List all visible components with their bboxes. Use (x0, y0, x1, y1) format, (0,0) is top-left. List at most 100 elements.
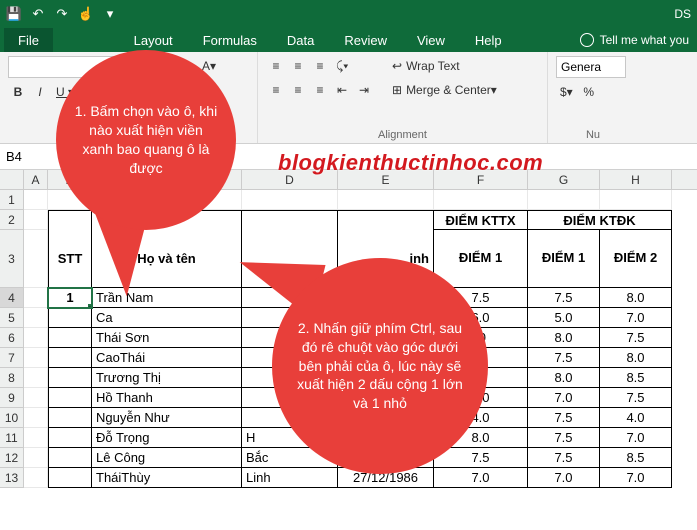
cell[interactable]: 5.0 (528, 308, 600, 328)
cell[interactable] (434, 190, 528, 210)
touch-mode-icon[interactable]: ☝ (78, 6, 94, 22)
header-d3[interactable]: ĐIỂM 2 (600, 230, 672, 288)
row-header-12[interactable]: 12 (0, 448, 23, 468)
tab-view[interactable]: View (403, 28, 459, 52)
cell[interactable]: Trương Thị (92, 368, 242, 388)
cell[interactable] (24, 190, 48, 210)
cell[interactable]: 8.0 (528, 328, 600, 348)
cell[interactable] (600, 190, 672, 210)
cell[interactable]: Thái Sơn (92, 328, 242, 348)
tab-layout[interactable]: Layout (120, 28, 187, 52)
row-header-13[interactable]: 13 (0, 468, 23, 488)
cell[interactable]: 7.5 (528, 428, 600, 448)
merge-center-button[interactable]: ⊞ Merge & Center ▾ (388, 80, 518, 100)
tab-file[interactable]: File (4, 28, 53, 52)
align-right-button[interactable]: ≡ (310, 80, 330, 100)
row-header-6[interactable]: 6 (0, 328, 23, 348)
tell-me[interactable]: Tell me what you (580, 28, 697, 52)
cell[interactable] (242, 190, 338, 210)
row-header-10[interactable]: 10 (0, 408, 23, 428)
cell[interactable]: 4.0 (600, 408, 672, 428)
cell[interactable] (24, 368, 48, 388)
header-stt[interactable]: STT (48, 230, 92, 288)
cell[interactable]: 7.5 (600, 328, 672, 348)
cell[interactable] (338, 210, 434, 230)
save-icon[interactable]: 💾 (6, 6, 22, 22)
qat-dropdown-icon[interactable]: ▾ (102, 6, 118, 22)
header-ktdk[interactable]: ĐIỂM KTĐK (528, 210, 672, 230)
wrap-text-button[interactable]: ↩ Wrap Text (388, 56, 518, 76)
row-header-1[interactable]: 1 (0, 190, 23, 210)
tab-formulas[interactable]: Formulas (189, 28, 271, 52)
cell[interactable] (48, 408, 92, 428)
row-header-8[interactable]: 8 (0, 368, 23, 388)
redo-icon[interactable]: ↷ (54, 6, 70, 22)
col-header-h[interactable]: H (600, 170, 672, 189)
cell[interactable] (24, 230, 48, 288)
cell[interactable]: Đỗ Trọng (92, 428, 242, 448)
cell[interactable]: 8.0 (600, 348, 672, 368)
decrease-indent-button[interactable]: ⇤ (332, 80, 352, 100)
tab-review[interactable]: Review (330, 28, 401, 52)
cell[interactable]: 8.5 (600, 368, 672, 388)
cell[interactable] (48, 388, 92, 408)
accounting-button[interactable]: $▾ (556, 82, 577, 102)
tab-data[interactable]: Data (273, 28, 328, 52)
align-center-button[interactable]: ≡ (288, 80, 308, 100)
cell[interactable] (24, 348, 48, 368)
align-middle-button[interactable]: ≡ (288, 56, 308, 76)
cell[interactable]: 1✚ (48, 288, 92, 308)
cell[interactable] (24, 428, 48, 448)
cell[interactable]: 7.5 (600, 388, 672, 408)
cell[interactable] (242, 210, 338, 230)
align-left-button[interactable]: ≡ (266, 80, 286, 100)
tab-help[interactable]: Help (461, 28, 516, 52)
orientation-button[interactable]: ⤹▾ (332, 56, 352, 76)
percent-button[interactable]: % (579, 82, 599, 102)
cell[interactable]: 7.0 (600, 308, 672, 328)
increase-indent-button[interactable]: ⇥ (354, 80, 374, 100)
row-header-3[interactable]: 3 (0, 230, 23, 288)
cell[interactable]: 7.5 (528, 448, 600, 468)
cell[interactable]: 7.5 (528, 348, 600, 368)
cell[interactable]: Nguyễn Như (92, 408, 242, 428)
cell[interactable] (48, 308, 92, 328)
cell[interactable]: 7.5 (528, 408, 600, 428)
cell[interactable]: 7.0 (528, 388, 600, 408)
cell[interactable]: CaoThái (92, 348, 242, 368)
cell[interactable] (528, 190, 600, 210)
cell[interactable]: Linh (242, 468, 338, 488)
row-header-2[interactable]: 2 (0, 210, 23, 230)
cell[interactable]: 7.0 (434, 468, 528, 488)
cell[interactable]: Ca (92, 308, 242, 328)
cell[interactable]: 7.5 (434, 448, 528, 468)
undo-icon[interactable]: ↶ (30, 6, 46, 22)
header-d1[interactable]: ĐIỂM 1 (434, 230, 528, 288)
number-format-box[interactable]: Genera (556, 56, 626, 78)
italic-button[interactable]: I (30, 82, 50, 102)
cell[interactable] (24, 408, 48, 428)
cell[interactable]: 8.5 (600, 448, 672, 468)
cell[interactable] (338, 190, 434, 210)
cell[interactable]: TháiThùy (92, 468, 242, 488)
cell[interactable] (24, 210, 48, 230)
cell[interactable] (24, 468, 48, 488)
cell[interactable] (24, 388, 48, 408)
cell[interactable]: 7.0 (600, 468, 672, 488)
cell[interactable] (48, 368, 92, 388)
header-d2[interactable]: ĐIỂM 1 (528, 230, 600, 288)
row-header-9[interactable]: 9 (0, 388, 23, 408)
row-header-4[interactable]: 4 (0, 288, 23, 308)
cell[interactable] (24, 448, 48, 468)
cell[interactable] (24, 328, 48, 348)
cell[interactable]: 7.0 (600, 428, 672, 448)
bold-button[interactable]: B (8, 82, 28, 102)
fill-handle[interactable] (88, 304, 92, 308)
row-header-11[interactable]: 11 (0, 428, 23, 448)
cell[interactable] (48, 448, 92, 468)
cell[interactable]: 8.0 (528, 368, 600, 388)
row-header-5[interactable]: 5 (0, 308, 23, 328)
cell[interactable] (48, 428, 92, 448)
cell[interactable]: 8.0 (600, 288, 672, 308)
cell[interactable] (24, 288, 48, 308)
